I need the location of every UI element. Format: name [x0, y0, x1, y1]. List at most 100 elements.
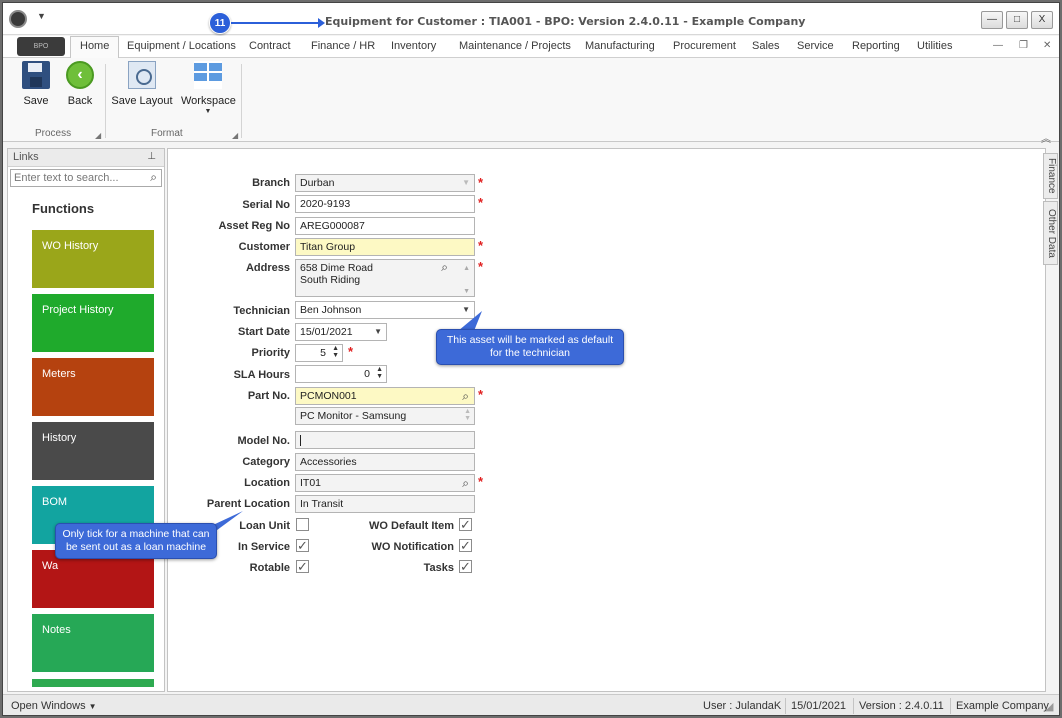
address-input[interactable]: 658 Dime Road South Riding ⌕ ▲ ▼	[295, 259, 475, 297]
resize-grip-icon[interactable]: ◢	[1045, 700, 1053, 713]
start-date-picker[interactable]: 15/01/2021 ▼	[295, 323, 387, 341]
priority-value: 5	[320, 347, 326, 359]
mdi-minimize-icon[interactable]: —	[993, 40, 1003, 51]
start-date-label: Start Date	[238, 326, 290, 338]
search-icon[interactable]: ⌕	[150, 170, 157, 185]
ribbon-group-divider	[105, 64, 106, 138]
spin-buttons-icon[interactable]: ▲ ▼	[376, 366, 383, 380]
location-input[interactable]: IT01 ⌕	[295, 474, 475, 492]
part-no-input[interactable]: PCMON001 ⌕	[295, 387, 475, 405]
app-menu-button[interactable]: BPO	[17, 37, 65, 56]
tile-meters[interactable]: Meters	[32, 358, 154, 416]
ribbon-tab-bar: BPO Home Equipment / Locations Contract …	[3, 36, 1059, 58]
parent-location-field: In Transit	[295, 495, 475, 513]
required-marker: *	[478, 387, 484, 402]
status-bar: Open Windows ▼ User : JulandaK 15/01/202…	[3, 694, 1059, 715]
tile-partial[interactable]	[32, 679, 154, 687]
serial-no-label: Serial No	[242, 199, 290, 211]
branch-label: Branch	[252, 177, 290, 189]
tab-utilities[interactable]: Utilities	[917, 40, 952, 52]
open-windows-button[interactable]: Open Windows ▼	[11, 700, 97, 712]
tile-wo-history[interactable]: WO History	[32, 230, 154, 288]
process-group-launcher-icon[interactable]: ◢	[95, 131, 101, 140]
status-company: Example Company	[956, 700, 1049, 712]
wo-notification-checkbox[interactable]	[459, 539, 472, 552]
group-label-format: Format	[151, 128, 183, 139]
scroll-arrows-icon: ▲ ▼	[464, 408, 471, 422]
tab-sales[interactable]: Sales	[752, 40, 780, 52]
customer-input[interactable]: Titan Group	[295, 238, 475, 256]
tab-manufacturing[interactable]: Manufacturing	[585, 40, 655, 52]
asset-reg-no-input[interactable]: AREG000087	[295, 217, 475, 235]
sla-hours-stepper[interactable]: 0 ▲ ▼	[295, 365, 387, 383]
sla-hours-label: SLA Hours	[233, 369, 290, 381]
back-button[interactable]: ‹ Back	[63, 61, 97, 107]
side-tab-finance[interactable]: Finance	[1043, 153, 1058, 199]
wo-default-item-label: WO Default Item	[369, 520, 454, 532]
save-layout-button[interactable]: Save Layout	[111, 61, 173, 107]
tab-maintenance-projects[interactable]: Maintenance / Projects	[459, 40, 571, 52]
address-search-icon[interactable]: ⌕	[441, 261, 448, 273]
part-no-label: Part No.	[247, 390, 290, 402]
maximize-button[interactable]: □	[1006, 11, 1028, 29]
format-group-launcher-icon[interactable]: ◢	[232, 131, 238, 140]
location-label: Location	[244, 477, 290, 489]
priority-stepper[interactable]: 5 ▲ ▼	[295, 344, 343, 362]
required-marker: *	[478, 195, 484, 210]
priority-label: Priority	[251, 347, 290, 359]
search-icon[interactable]: ⌕	[462, 476, 469, 491]
wo-default-item-checkbox[interactable]	[459, 518, 472, 531]
status-date: 15/01/2021	[791, 700, 847, 712]
location-value: IT01	[300, 477, 322, 489]
mdi-restore-icon[interactable]: ❐	[1019, 40, 1028, 51]
tasks-checkbox[interactable]	[459, 560, 472, 573]
collapse-ribbon-icon[interactable]: ︽	[1041, 130, 1051, 145]
scroll-down-icon[interactable]: ▼	[463, 286, 470, 296]
tab-equipment-locations[interactable]: Equipment / Locations	[127, 40, 236, 52]
status-divider	[950, 698, 951, 714]
chevron-down-icon: ▼	[88, 702, 97, 711]
save-button[interactable]: Save	[21, 61, 51, 107]
branch-select[interactable]: Durban ▼	[295, 174, 475, 192]
tile-project-history[interactable]: Project History	[32, 294, 154, 352]
loan-unit-checkbox[interactable]	[296, 518, 309, 531]
tab-contract[interactable]: Contract	[249, 40, 291, 52]
tab-finance-hr[interactable]: Finance / HR	[311, 40, 375, 52]
quick-access-dropdown-icon[interactable]: ▼	[37, 11, 46, 21]
minimize-button[interactable]: —	[981, 11, 1003, 29]
links-panel: Links ⊥ Enter text to search... ⌕ Functi…	[7, 148, 165, 692]
links-search-placeholder: Enter text to search...	[14, 172, 119, 184]
technician-value: Ben Johnson	[300, 304, 362, 316]
scroll-up-icon[interactable]: ▲	[463, 263, 470, 275]
in-service-checkbox[interactable]	[296, 539, 309, 552]
application-window: ▼ 11 Equipment for Customer : TIA001 - B…	[2, 2, 1060, 716]
required-marker: *	[348, 344, 354, 359]
tab-service[interactable]: Service	[797, 40, 834, 52]
status-user: User : JulandaK	[703, 700, 782, 712]
required-marker: *	[478, 175, 484, 190]
model-no-input[interactable]	[295, 431, 475, 449]
tile-history[interactable]: History	[32, 422, 154, 480]
tab-reporting[interactable]: Reporting	[852, 40, 900, 52]
pin-icon[interactable]: ⊥	[147, 151, 156, 162]
category-label: Category	[242, 456, 290, 468]
tile-notes[interactable]: Notes	[32, 614, 154, 672]
workspace-button[interactable]: Workspace ▼	[181, 61, 236, 115]
tab-inventory[interactable]: Inventory	[391, 40, 436, 52]
spin-buttons-icon[interactable]: ▲ ▼	[332, 345, 339, 359]
links-search-input[interactable]: Enter text to search... ⌕	[10, 169, 162, 187]
tab-procurement[interactable]: Procurement	[673, 40, 736, 52]
close-button[interactable]: X	[1031, 11, 1053, 29]
rotable-checkbox[interactable]	[296, 560, 309, 573]
step-arrow-icon	[231, 18, 325, 28]
branch-value: Durban	[300, 177, 335, 189]
tab-home[interactable]: Home	[70, 36, 120, 58]
app-logo-icon[interactable]	[9, 10, 27, 28]
part-description-value: PC Monitor - Samsung	[300, 410, 407, 422]
side-tab-other-data[interactable]: Other Data	[1043, 201, 1058, 265]
workspace-icon	[194, 61, 222, 89]
wo-notification-label: WO Notification	[371, 541, 455, 553]
search-icon[interactable]: ⌕	[462, 389, 469, 404]
serial-no-input[interactable]: 2020-9193	[295, 195, 475, 213]
mdi-close-icon[interactable]: ✕	[1043, 40, 1051, 51]
